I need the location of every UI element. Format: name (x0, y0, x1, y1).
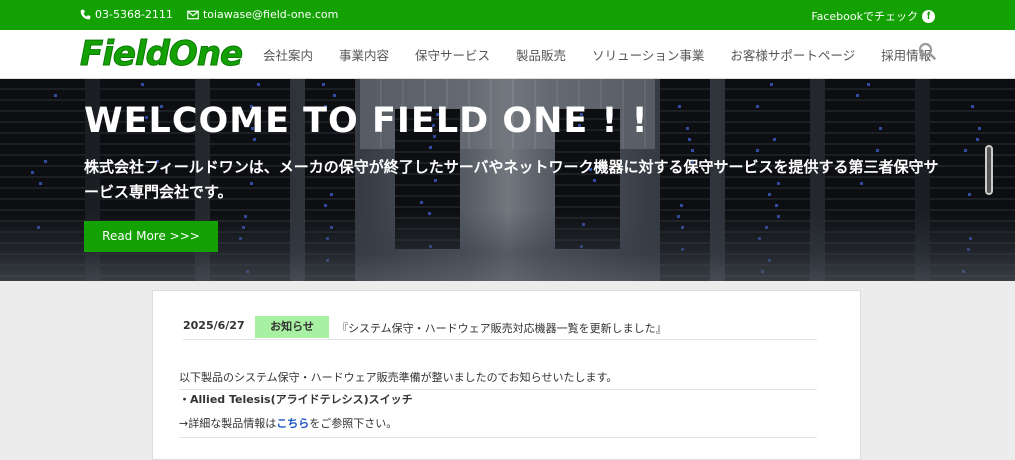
email-address: toiawase@field-one.com (203, 8, 338, 21)
top-contact-bar: 03-5368-2111 toiawase@field-one.com Face… (0, 0, 1015, 30)
news-header: 2025/6/27 お知らせ 『システム保守・ハードウェア販売対応機器一覧を更新… (183, 316, 817, 340)
news-detail-line: →詳細な製品情報はこちらをご参照下さい。 (179, 415, 817, 438)
detail-prefix: →詳細な製品情報は (179, 417, 276, 430)
news-card: 2025/6/27 お知らせ 『システム保守・ハードウェア販売対応機器一覧を更新… (152, 290, 861, 460)
hero-banner: WELCOME TO FIELD ONE ! ! 株式会社フィールドワンは、メー… (0, 79, 1015, 281)
phone-icon (80, 9, 91, 20)
detail-link[interactable]: こちら (276, 417, 309, 430)
news-title[interactable]: 『システム保守・ハードウェア販売対応機器一覧を更新しました』 (337, 320, 667, 336)
news-body-text: 以下製品のシステム保守・ハードウェア販売準備が整いましたのでお知らせいたします。 (179, 369, 817, 390)
search-icon[interactable] (918, 42, 936, 60)
site-logo[interactable]: FieldOne (80, 34, 230, 74)
mail-icon (187, 10, 199, 20)
facebook-label: Facebookでチェック (811, 8, 918, 24)
contact-info: 03-5368-2111 toiawase@field-one.com (80, 8, 338, 21)
menu-item-support[interactable]: お客様サポートページ (730, 45, 855, 64)
slider-handle[interactable] (985, 145, 993, 195)
news-category-badge: お知らせ (255, 316, 329, 338)
email-contact[interactable]: toiawase@field-one.com (187, 8, 338, 21)
main-navigation-bar: FieldOne 会社案内 事業内容 保守サービス 製品販売 ソリューション事業… (0, 30, 1015, 79)
phone-number: 03-5368-2111 (95, 8, 173, 21)
read-more-button[interactable]: Read More >>> (84, 221, 218, 252)
menu-item-business[interactable]: 事業内容 (339, 45, 389, 64)
facebook-icon: f (922, 10, 935, 23)
news-product-line: ・Allied Telesis(アライドテレシス)スイッチ (179, 391, 413, 407)
menu-item-maintenance[interactable]: 保守サービス (415, 45, 490, 64)
menu-item-solutions[interactable]: ソリューション事業 (592, 45, 704, 64)
logo-text: FieldOne (80, 34, 230, 74)
news-date: 2025/6/27 (183, 319, 245, 332)
facebook-link[interactable]: Facebookでチェック f (811, 8, 935, 24)
hero-description: 株式会社フィールドワンは、メーカの保守が終了したサーバやネットワーク機器に対する… (84, 155, 944, 205)
hero-title: WELCOME TO FIELD ONE ! ! (84, 101, 649, 141)
main-menu: 会社案内 事業内容 保守サービス 製品販売 ソリューション事業 お客様サポートペ… (263, 45, 957, 64)
menu-item-products[interactable]: 製品販売 (516, 45, 566, 64)
phone-contact[interactable]: 03-5368-2111 (80, 8, 173, 21)
detail-suffix: をご参照下さい。 (309, 417, 397, 430)
menu-item-company[interactable]: 会社案内 (263, 45, 313, 64)
